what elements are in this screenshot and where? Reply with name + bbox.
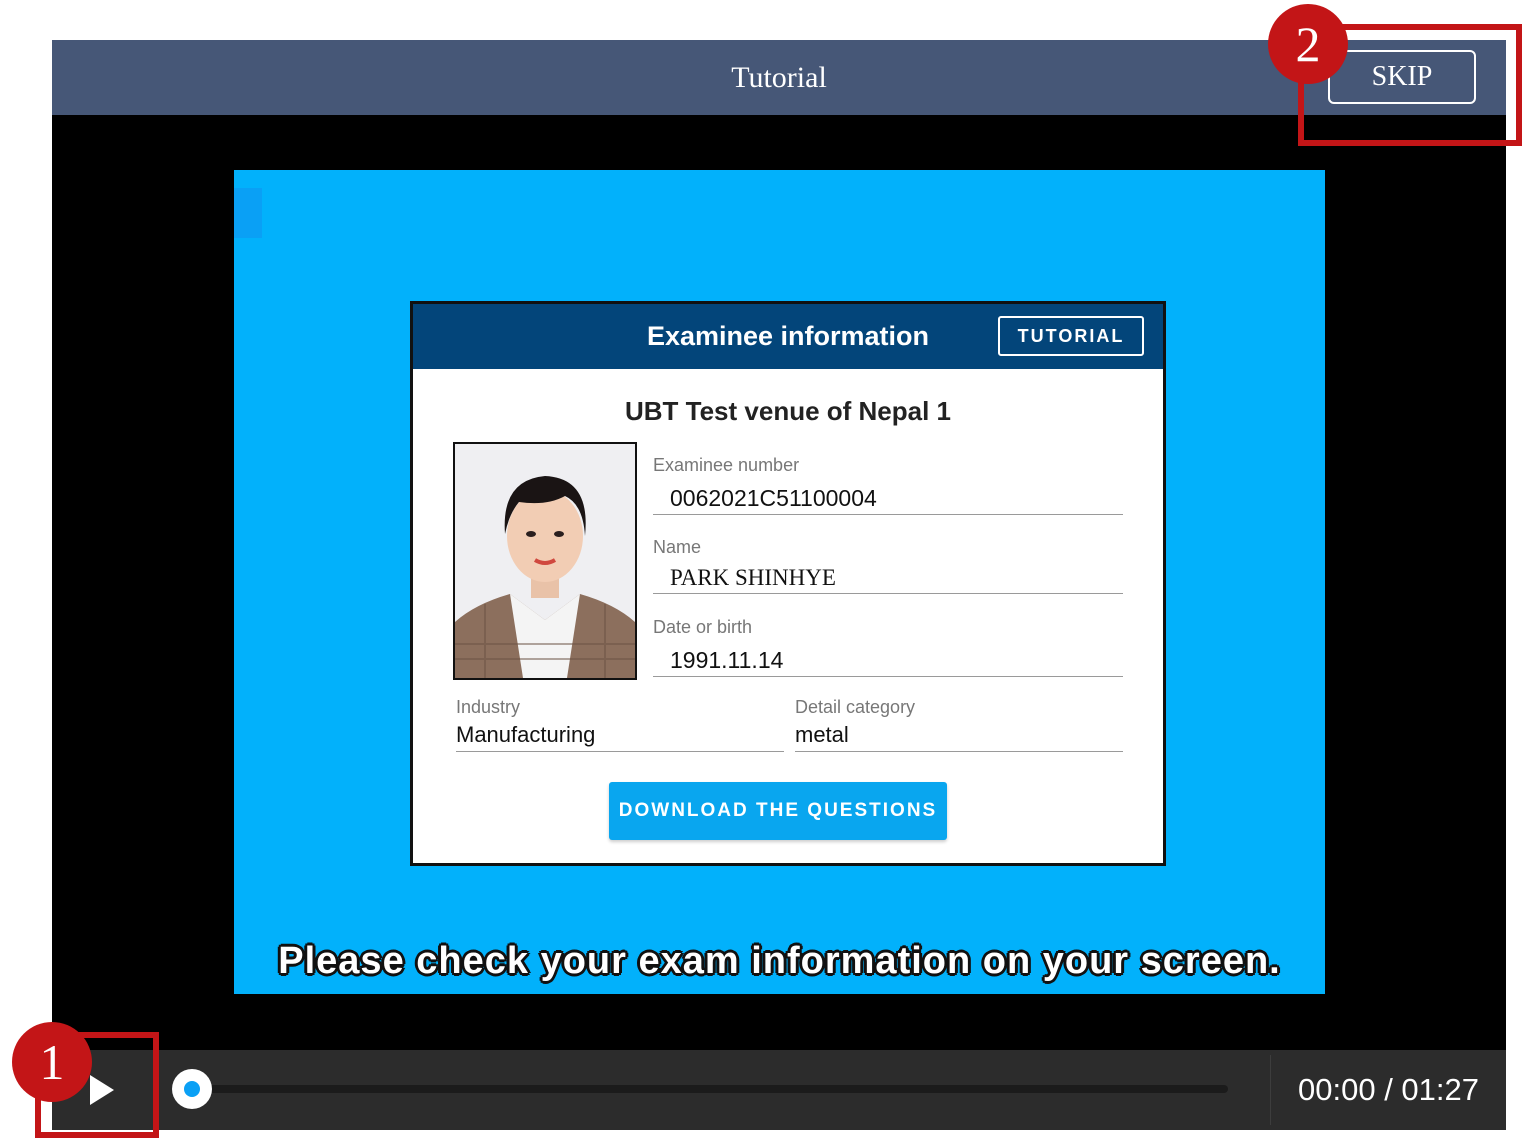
- detail-category-underline: [795, 751, 1123, 752]
- venue-title: UBT Test venue of Nepal 1: [624, 396, 952, 426]
- seek-bar[interactable]: [172, 1069, 1228, 1109]
- playback-time: 00:00 / 01:27: [1298, 1072, 1479, 1107]
- card-title: Examinee information: [646, 321, 930, 351]
- controls-divider: [1270, 1055, 1271, 1125]
- video-artifact: [234, 188, 262, 238]
- dob-value: 1991.11.14: [670, 647, 784, 673]
- industry-underline: [456, 751, 784, 752]
- window-title: Tutorial: [731, 60, 827, 94]
- examinee-number-value: 0062021C51100004: [670, 485, 877, 511]
- player-controls: 00:00 / 01:27: [52, 1050, 1506, 1130]
- card-header: Examinee information TUTORIAL: [413, 304, 1163, 369]
- dob-underline: [653, 676, 1123, 677]
- step-badge-2: 2: [1268, 4, 1348, 84]
- seek-handle[interactable]: [172, 1069, 212, 1109]
- examinee-number-label: Examinee number: [653, 455, 800, 475]
- step-badge-1: 1: [12, 1022, 92, 1102]
- name-label: Name: [653, 537, 702, 557]
- download-questions-button[interactable]: DOWNLOAD THE QUESTIONS: [609, 782, 947, 840]
- detail-category-label: Detail category: [795, 697, 916, 717]
- video-frame[interactable]: Examinee information TUTORIAL UBT Test v…: [234, 170, 1325, 994]
- industry-value: Manufacturing: [456, 722, 596, 747]
- detail-category-value: metal: [795, 722, 849, 747]
- name-value: PARK SHINHYE: [670, 565, 836, 590]
- name-underline: [653, 593, 1123, 594]
- examinee-info-card: Examinee information TUTORIAL UBT Test v…: [410, 301, 1166, 866]
- tutorial-button[interactable]: TUTORIAL: [998, 316, 1144, 356]
- video-subtitle: Please check your exam information on yo…: [278, 940, 1281, 982]
- examinee-number-underline: [653, 514, 1123, 515]
- dob-label: Date or birth: [653, 617, 753, 637]
- tutorial-window: Tutorial SKIP Examinee information TUTOR…: [52, 40, 1506, 1130]
- examinee-photo: [453, 442, 637, 680]
- industry-label: Industry: [456, 697, 521, 717]
